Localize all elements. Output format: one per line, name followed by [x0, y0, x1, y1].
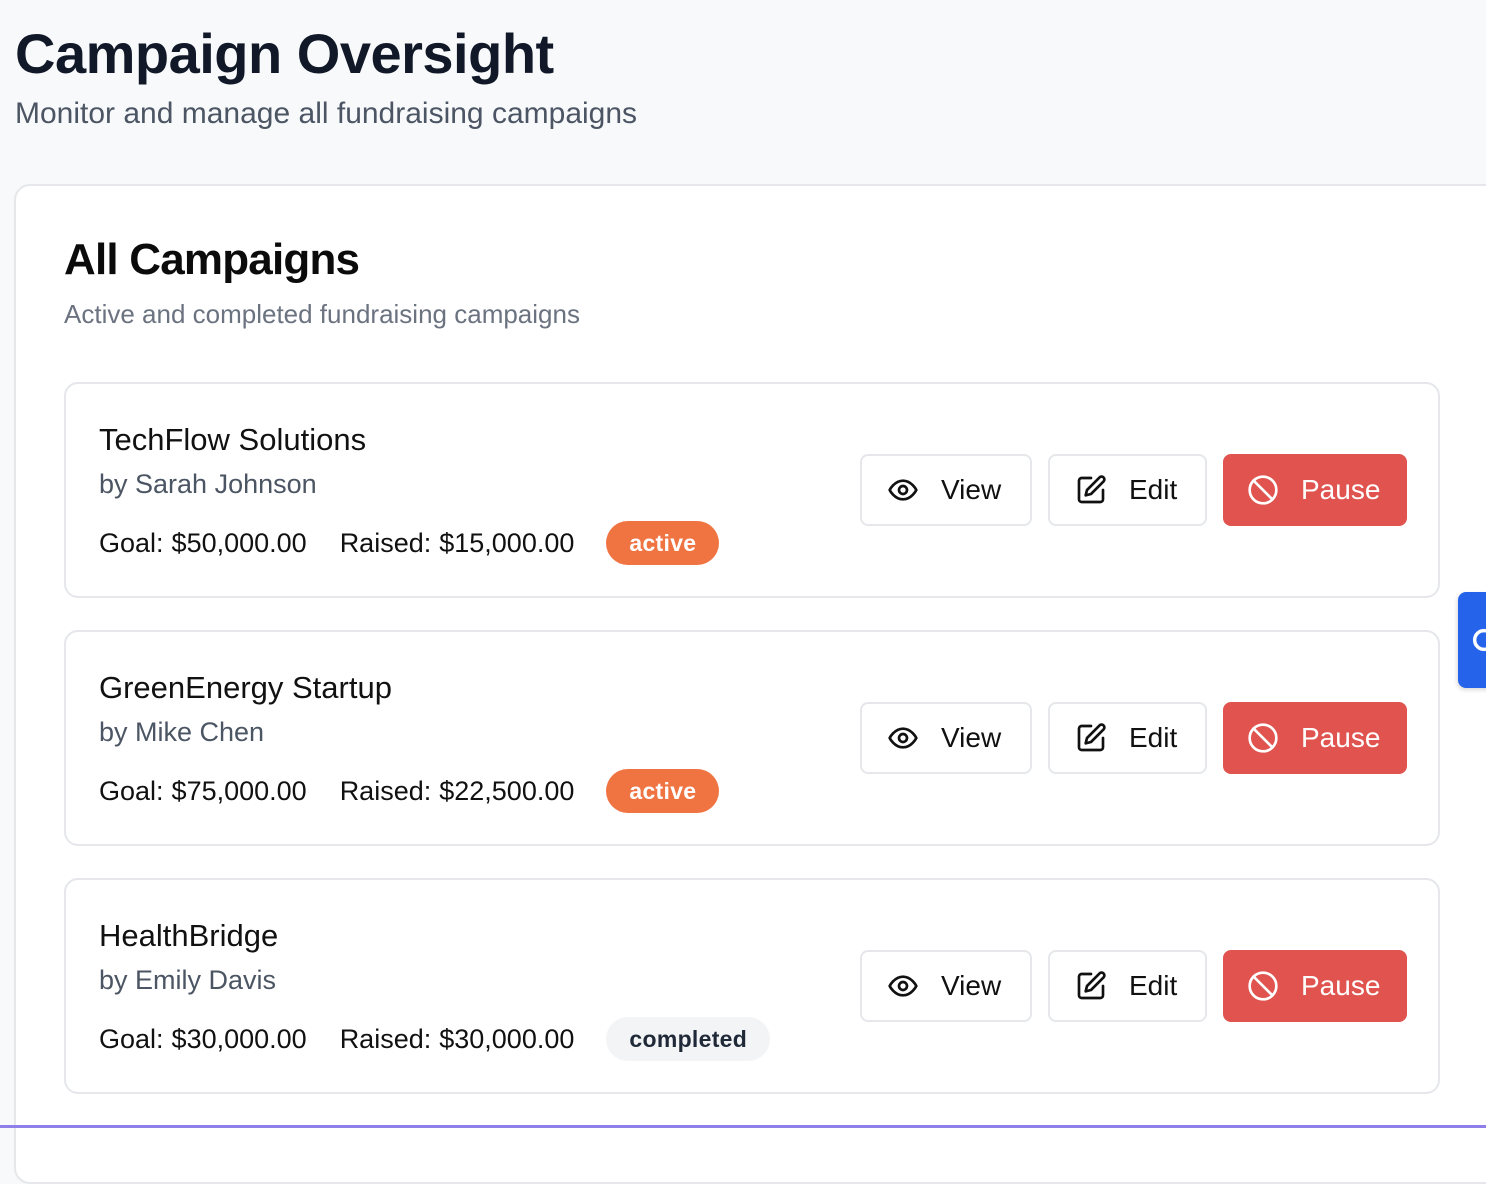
edit-button[interactable]: Edit [1048, 950, 1207, 1022]
campaign-name: HealthBridge [99, 918, 279, 953]
goal-amount: Goal: $75,000.00 [99, 773, 307, 809]
status-badge: completed [606, 1017, 771, 1061]
eye-icon [888, 727, 918, 749]
view-button[interactable]: View [860, 702, 1032, 774]
campaign-name: GreenEnergy Startup [99, 670, 392, 705]
pause-button[interactable]: Pause [1223, 454, 1407, 526]
campaign-owner: by Mike Chen [99, 717, 265, 747]
campaign-owner: by Sarah Johnson [99, 469, 317, 499]
goal-value: $30,000.00 [171, 1024, 307, 1054]
chat-icon [1472, 628, 1486, 652]
raised-label: Raised: [339, 776, 432, 806]
edit-icon [1077, 971, 1106, 1000]
goal-label: Goal: [99, 776, 164, 806]
goal-label: Goal: [99, 528, 164, 558]
pause-button-label: Pause [1301, 722, 1381, 753]
eye-icon [888, 479, 918, 501]
view-button-label: View [941, 722, 1002, 753]
goal-label: Goal: [99, 1024, 164, 1054]
campaign-card: TechFlow Solutions by Sarah Johnson Goal… [64, 382, 1440, 598]
pause-button[interactable]: Pause [1223, 702, 1407, 774]
edit-button-label: Edit [1129, 474, 1178, 505]
pause-button[interactable]: Pause [1223, 950, 1407, 1022]
edit-button-label: Edit [1129, 970, 1178, 1001]
view-button[interactable]: View [860, 454, 1032, 526]
raised-label: Raised: [339, 528, 432, 558]
goal-value: $75,000.00 [171, 776, 307, 806]
campaign-name: TechFlow Solutions [99, 422, 367, 457]
campaign-card: GreenEnergy Startup by Mike Chen Goal: $7… [64, 630, 1440, 846]
raised-value: $22,500.00 [439, 776, 575, 806]
view-button-label: View [941, 474, 1002, 505]
raised-value: $30,000.00 [439, 1024, 575, 1054]
ban-icon [1248, 971, 1278, 1001]
edit-icon [1077, 475, 1106, 504]
goal-amount: Goal: $50,000.00 [99, 525, 307, 561]
campaign-card: HealthBridge by Emily Davis Goal: $30,000… [64, 878, 1440, 1094]
campaign-meta: Goal: $30,000.00 Raised: $30,000.00 comple… [99, 1016, 771, 1062]
edit-button-label: Edit [1129, 722, 1178, 753]
page-subtitle: Monitor and manage all fundraising campa… [15, 97, 638, 130]
edit-button[interactable]: Edit [1048, 454, 1207, 526]
view-button[interactable]: View [860, 950, 1032, 1022]
ban-icon [1248, 723, 1278, 753]
campaign-meta: Goal: $75,000.00 Raised: $22,500.00 active [99, 768, 720, 814]
ban-icon [1248, 475, 1278, 505]
view-button-label: View [941, 970, 1002, 1001]
campaign-meta: Goal: $50,000.00 Raised: $15,000.00 active [99, 520, 720, 566]
eye-icon [888, 975, 918, 997]
raised-label: Raised: [339, 1024, 432, 1054]
pause-button-label: Pause [1301, 970, 1381, 1001]
raised-amount: Raised: $15,000.00 [340, 525, 575, 561]
goal-value: $50,000.00 [171, 528, 307, 558]
status-badge: active [606, 769, 720, 813]
campaign-owner: by Emily Davis [99, 965, 277, 995]
raised-value: $15,000.00 [439, 528, 575, 558]
edit-button[interactable]: Edit [1048, 702, 1207, 774]
floating-side-tab[interactable] [1458, 592, 1486, 688]
panel-subtitle: Active and completed fundraising campaig… [64, 299, 580, 329]
panel-title: All Campaigns [64, 235, 360, 284]
pause-button-label: Pause [1301, 474, 1381, 505]
goal-amount: Goal: $30,000.00 [99, 1021, 307, 1057]
edit-icon [1077, 723, 1106, 752]
status-badge: active [606, 521, 720, 565]
raised-amount: Raised: $22,500.00 [340, 773, 575, 809]
page-title: Campaign Oversight [15, 22, 554, 85]
raised-amount: Raised: $30,000.00 [340, 1021, 575, 1057]
